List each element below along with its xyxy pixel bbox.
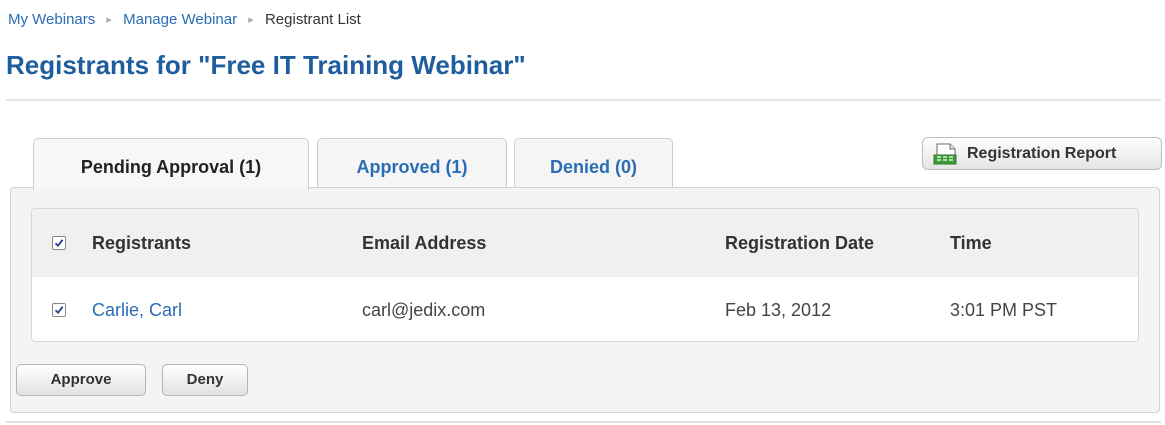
table-header: Registrants Email Address Registration D…	[32, 209, 1138, 277]
registration-report-button[interactable]: Registration Report	[922, 137, 1162, 170]
registration-time: 3:01 PM PST	[950, 299, 1058, 320]
breadcrumb-manage-webinar[interactable]: Manage Webinar	[123, 11, 237, 28]
row-checkbox-cell	[52, 277, 66, 341]
page-title: Registrants for "Free IT Training Webina…	[6, 50, 526, 80]
row-checkbox[interactable]	[52, 303, 66, 317]
check-icon	[54, 239, 64, 248]
breadcrumb-current: Registrant List	[264, 11, 361, 28]
registrant-email: carl@jedix.com	[362, 299, 486, 320]
column-header-email[interactable]: Email Address	[362, 209, 486, 277]
registrants-table: Registrants Email Address Registration D…	[31, 208, 1139, 342]
tab-pending-approval[interactable]: Pending Approval (1)	[33, 138, 309, 190]
registration-date: Feb 13, 2012	[725, 299, 832, 320]
breadcrumb: My Webinars ▸ Manage Webinar ▸ Registran…	[8, 10, 361, 31]
breadcrumb-separator-icon: ▸	[106, 14, 112, 26]
header-divider	[6, 99, 1161, 101]
approve-button[interactable]: Approve	[16, 364, 146, 396]
select-all-checkbox[interactable]	[52, 236, 66, 250]
column-header-time[interactable]: Time	[950, 209, 992, 277]
spreadsheet-icon	[933, 143, 959, 165]
registrant-name-link[interactable]: Carlie, Carl	[92, 277, 182, 341]
deny-button[interactable]: Deny	[162, 364, 248, 396]
registrants-panel: Registrants Email Address Registration D…	[10, 187, 1160, 413]
column-header-registration-date[interactable]: Registration Date	[725, 209, 874, 277]
tab-denied[interactable]: Denied (0)	[514, 138, 673, 188]
column-header-registrants[interactable]: Registrants	[92, 209, 191, 277]
breadcrumb-separator-icon: ▸	[248, 14, 254, 26]
footer-divider	[6, 421, 1161, 423]
select-all-checkbox-cell	[52, 209, 66, 277]
check-icon	[54, 306, 64, 315]
tab-approved[interactable]: Approved (1)	[317, 138, 507, 188]
breadcrumb-my-webinars[interactable]: My Webinars	[8, 11, 95, 28]
registration-report-label: Registration Report	[967, 144, 1117, 162]
table-row: Carlie, Carl carl@jedix.com Feb 13, 2012…	[32, 277, 1138, 341]
